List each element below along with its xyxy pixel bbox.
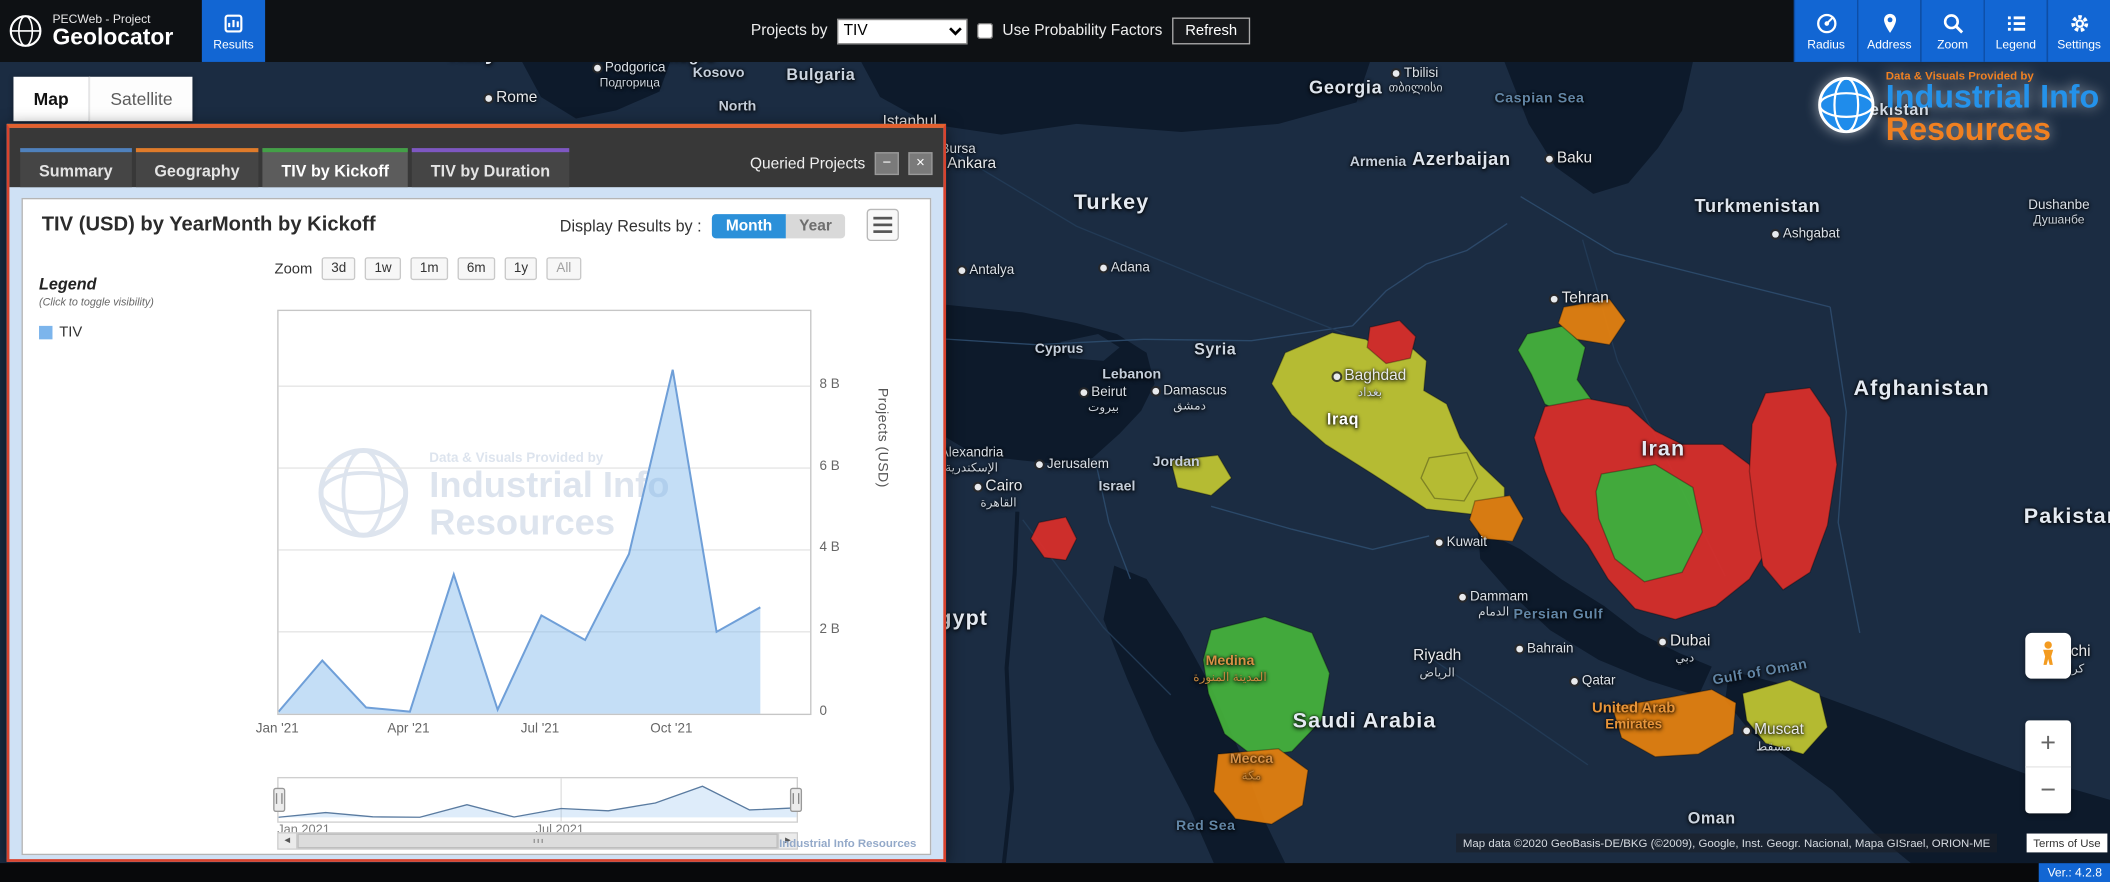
- topbar: PECWeb - Project Geolocator Results Proj…: [0, 0, 2110, 62]
- chart-legend: Legend (Click to toggle visibility) TIV: [39, 275, 261, 341]
- iir-line1: Industrial Info: [1886, 82, 2100, 115]
- chart-card: TIV (USD) by YearMonth by Kickoff Displa…: [22, 198, 932, 855]
- zoom-magnifier-icon: [1941, 11, 1964, 34]
- display-by-year-button[interactable]: Year: [786, 214, 846, 238]
- chart-context-menu-button[interactable]: [867, 209, 899, 241]
- legend-list-icon: [2004, 11, 2027, 34]
- x-tick-oct-21: Oct '21: [650, 722, 692, 737]
- series-name: TIV: [59, 325, 82, 341]
- zoom-range-1m-button[interactable]: 1m: [411, 257, 449, 280]
- iir-line2: Resources: [1886, 115, 2100, 148]
- topbar-nav-buttons: RadiusAddressZoomLegendSettings: [1794, 0, 2110, 62]
- legend-title: Legend: [39, 275, 261, 294]
- window-title: Queried Projects: [750, 156, 865, 172]
- x-tick-jan-21: Jan '21: [256, 722, 299, 737]
- map-zoom-out-button[interactable]: −: [2025, 768, 2071, 814]
- navigator-left-handle[interactable]: [273, 788, 285, 812]
- results-label: Results: [213, 37, 253, 50]
- iir-logo: Data & Visuals Provided by Industrial In…: [1817, 69, 2099, 148]
- legend-button[interactable]: Legend: [1984, 0, 2047, 62]
- y-tick-8-b: 8 B: [820, 377, 840, 392]
- legend-note: (Click to toggle visibility): [39, 296, 261, 308]
- tiv-area-chart: [279, 311, 811, 714]
- chart-scrollbar[interactable]: ◄ ►: [277, 832, 798, 850]
- map-type-control: MapSatellite: [13, 77, 192, 121]
- probability-checkbox[interactable]: [977, 23, 993, 39]
- x-tick-jul-21: Jul '21: [521, 722, 559, 737]
- y-axis-title: Projects (USD): [875, 388, 891, 644]
- terms-of-use-link[interactable]: Terms of Use: [2027, 834, 2108, 853]
- y-tick-0: 0: [820, 704, 827, 719]
- zoom-range-all-button[interactable]: All: [547, 257, 581, 280]
- chart-plot-area[interactable]: Data & Visuals Provided by Industrial In…: [277, 310, 811, 715]
- version-badge: Ver.: 4.2.8: [2039, 863, 2110, 882]
- results-button[interactable]: Results: [202, 0, 265, 62]
- y-tick-6-b: 6 B: [820, 459, 840, 474]
- map-type-satellite[interactable]: Satellite: [89, 77, 193, 121]
- window-body: TIV (USD) by YearMonth by Kickoff Displa…: [9, 187, 943, 859]
- scroll-left-button[interactable]: ◄: [279, 834, 298, 849]
- iir-globe-icon: [1817, 75, 1876, 141]
- zoom-label: Zoom: [275, 261, 313, 277]
- zoom-button[interactable]: Zoom: [1920, 0, 1983, 62]
- scrollbar-thumb[interactable]: [297, 834, 777, 849]
- pegman-control[interactable]: [2025, 633, 2071, 679]
- range-selector: Zoom 3d 1w 1m 6m 1y All: [275, 257, 581, 280]
- settings-gear-icon: [2068, 11, 2091, 34]
- radius-button[interactable]: Radius: [1794, 0, 1857, 62]
- close-button[interactable]: ×: [908, 152, 932, 175]
- queried-projects-window: SummaryGeographyTIV by KickoffTIV by Dur…: [7, 124, 946, 862]
- navigator-right-handle[interactable]: [790, 788, 802, 812]
- map-type-map[interactable]: Map: [13, 77, 88, 121]
- tab-tiv-by-duration[interactable]: TIV by Duration: [412, 148, 569, 187]
- chart-credit: Industrial Info Resources: [779, 836, 916, 849]
- tab-summary[interactable]: Summary: [20, 148, 131, 187]
- minimize-button[interactable]: −: [875, 152, 899, 175]
- app-logo: PECWeb - Project Geolocator: [8, 0, 173, 62]
- projects-by-select[interactable]: TIV: [837, 18, 968, 44]
- app-root: ItalyRomeMontenegroPodgoricaПодгорицаKos…: [0, 0, 2110, 882]
- status-bar: Ver.: 4.2.8: [0, 863, 2110, 882]
- legend-item-tiv[interactable]: TIV: [39, 325, 261, 341]
- tab-geography[interactable]: Geography: [136, 148, 259, 187]
- pegman-icon: [2035, 639, 2062, 673]
- display-by-month-button[interactable]: Month: [712, 214, 785, 238]
- series-swatch: [39, 326, 52, 339]
- y-tick-2-b: 2 B: [820, 622, 840, 637]
- query-controls: Projects by TIV Use Probability Factors …: [751, 0, 1251, 62]
- map-attribution: Map data ©2020 GeoBasis-DE/BKG (©2009), …: [1456, 834, 1997, 853]
- window-tabbar: SummaryGeographyTIV by KickoffTIV by Dur…: [9, 128, 943, 187]
- zoom-range-1y-button[interactable]: 1y: [504, 257, 537, 280]
- zoom-range-6m-button[interactable]: 6m: [457, 257, 495, 280]
- tab-tiv-by-kickoff[interactable]: TIV by Kickoff: [262, 148, 407, 187]
- y-tick-4-b: 4 B: [820, 541, 840, 556]
- probability-label: Use Probability Factors: [1002, 23, 1162, 39]
- radius-icon: [1815, 11, 1838, 34]
- map-zoom-in-button[interactable]: +: [2025, 720, 2071, 767]
- display-results-label: Display Results by :: [560, 217, 702, 236]
- chart-title: TIV (USD) by YearMonth by Kickoff: [42, 213, 376, 236]
- display-results-control: Display Results by : Month Year: [560, 214, 846, 238]
- settings-button[interactable]: Settings: [2047, 0, 2110, 62]
- x-tick-apr-21: Apr '21: [387, 722, 429, 737]
- navigator-mini-chart: [279, 778, 797, 821]
- results-report-icon: [222, 11, 245, 34]
- map-zoom-control: + −: [2025, 720, 2071, 813]
- app-title: Geolocator: [52, 26, 173, 50]
- address-button[interactable]: Address: [1857, 0, 1920, 62]
- refresh-button[interactable]: Refresh: [1172, 18, 1251, 45]
- chart-navigator[interactable]: [277, 777, 798, 823]
- zoom-range-3d-button[interactable]: 3d: [322, 257, 356, 280]
- projects-by-label: Projects by: [751, 23, 828, 39]
- globe-logo-icon: [8, 13, 43, 48]
- zoom-range-1w-button[interactable]: 1w: [365, 257, 401, 280]
- address-pin-icon: [1878, 11, 1901, 34]
